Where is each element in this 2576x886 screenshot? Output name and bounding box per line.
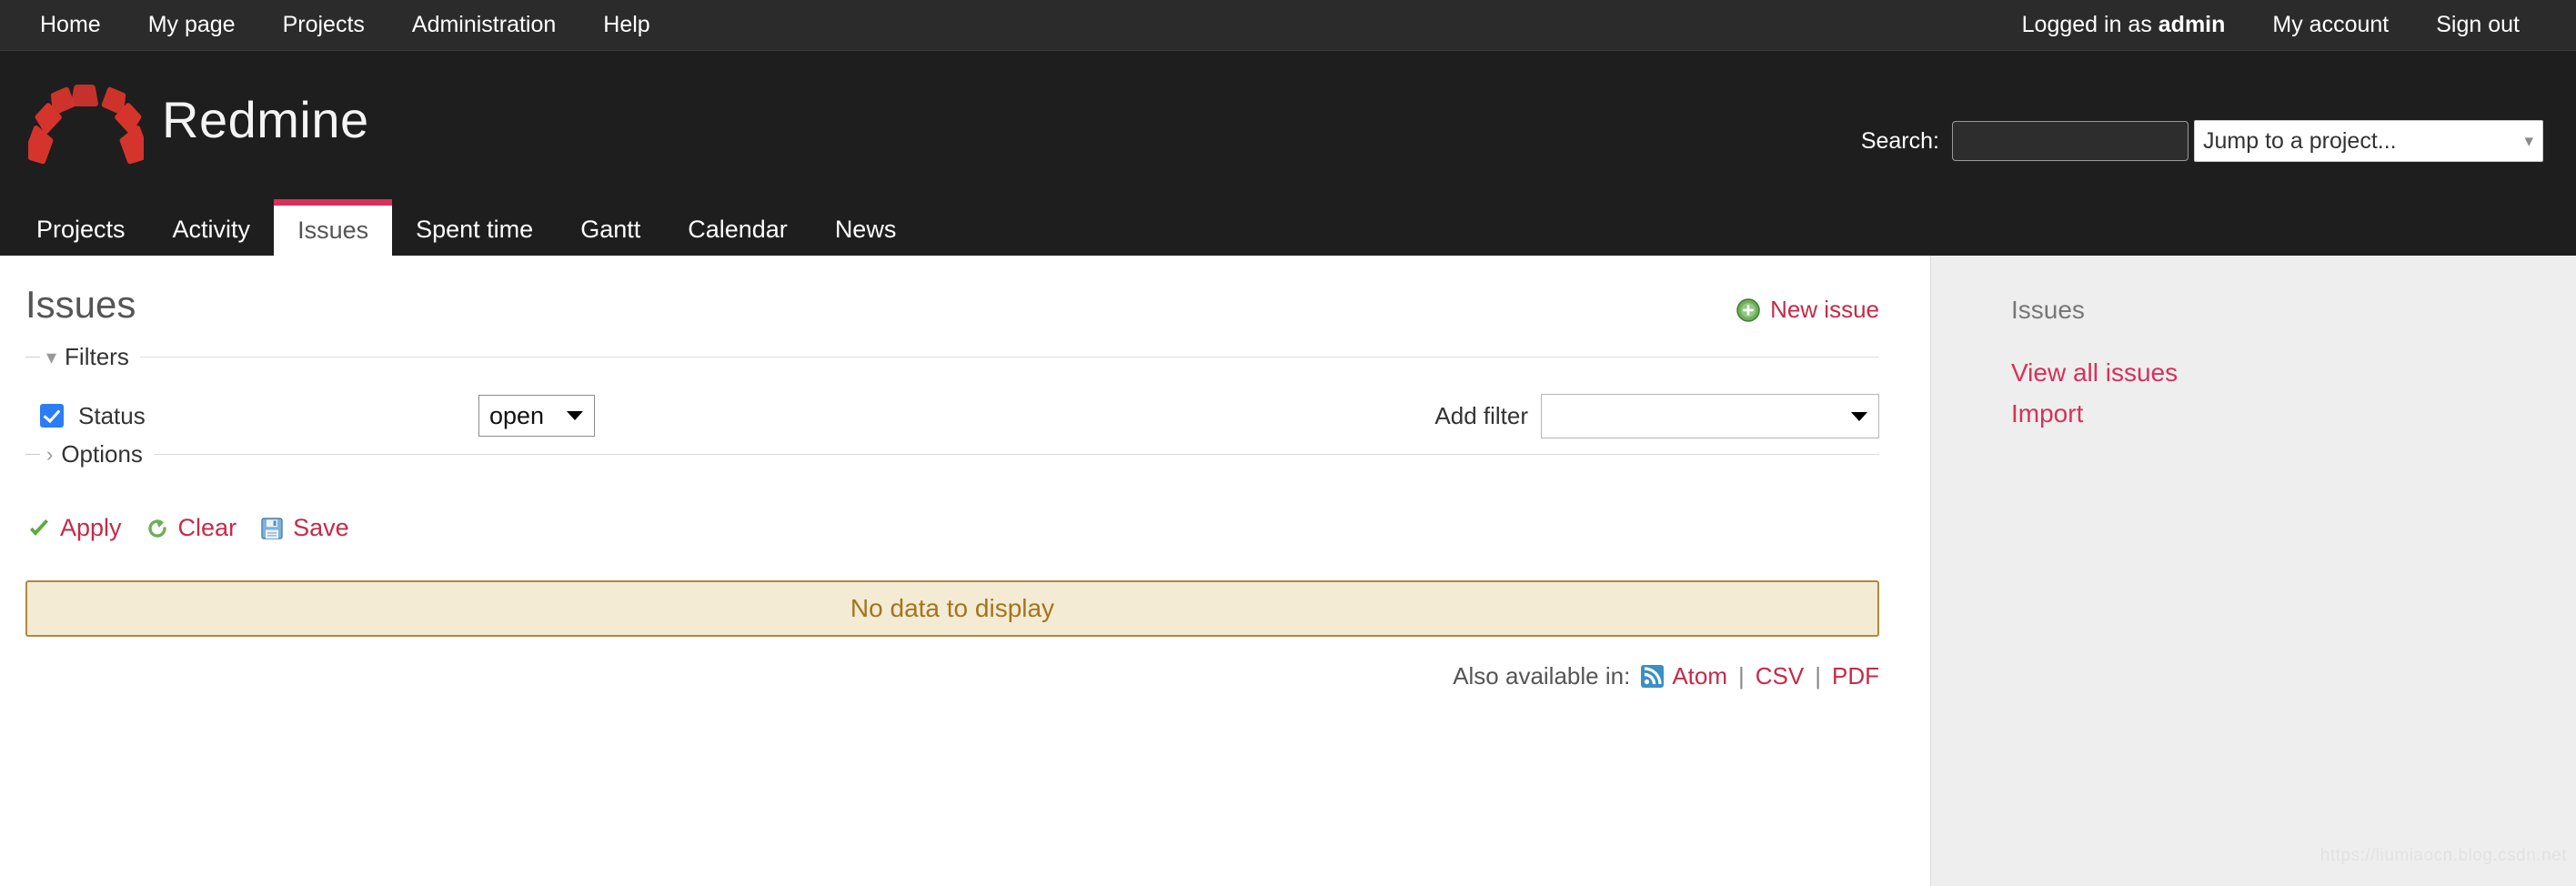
format-separator: | — [1815, 662, 1821, 690]
top-menu-projects[interactable]: Projects — [259, 12, 388, 38]
top-menu-left: Home My page Projects Administration Hel… — [16, 12, 674, 38]
my-account-link[interactable]: My account — [2249, 12, 2412, 38]
save-label: Save — [293, 514, 349, 542]
main-navigation-tabs: Projects Activity Issues Spent time Gant… — [0, 194, 2576, 256]
tab-issues[interactable]: Issues — [274, 199, 393, 256]
chevron-down-icon: ▾ — [2524, 131, 2533, 151]
page-body: Issues New issue ▾ Filters Status open A… — [0, 256, 2576, 886]
tab-calendar[interactable]: Calendar — [664, 203, 811, 256]
apply-label: Apply — [60, 514, 122, 542]
app-header: Redmine Search: Jump to a project... ▾ — [0, 51, 2576, 194]
apply-button[interactable]: Apply — [27, 514, 122, 542]
top-menu-right: Logged in as admin My account Sign out — [1998, 12, 2543, 38]
top-menu-my-page[interactable]: My page — [125, 12, 259, 38]
other-formats-bar: Also available in: Atom | CSV | PDF — [25, 662, 1879, 690]
tab-news[interactable]: News — [811, 203, 921, 256]
logged-in-prefix: Logged in as — [2021, 12, 2152, 37]
project-jump-label: Jump to a project... — [2203, 127, 2397, 154]
tab-gantt[interactable]: Gantt — [557, 203, 664, 256]
clear-button[interactable]: Clear — [146, 514, 237, 542]
sign-out-link[interactable]: Sign out — [2412, 12, 2543, 38]
tab-projects[interactable]: Projects — [13, 203, 149, 256]
top-menu-help[interactable]: Help — [579, 12, 673, 38]
search-input[interactable] — [1952, 121, 2189, 161]
filter-operator-status-select[interactable]: open — [478, 395, 595, 438]
format-csv-link[interactable]: CSV — [1756, 662, 1804, 690]
format-atom-link[interactable]: Atom — [1641, 662, 1727, 690]
logged-in-as: Logged in as admin — [1998, 12, 2249, 38]
sidebar-view-all-issues[interactable]: View all issues — [2011, 352, 2576, 393]
format-atom-label: Atom — [1672, 662, 1727, 690]
filter-operator-status-value: open — [489, 401, 545, 429]
sidebar-heading: Issues — [2011, 296, 2085, 324]
format-separator: | — [1738, 662, 1745, 690]
query-action-bar: Apply Clear Save — [25, 514, 1905, 542]
check-icon — [27, 517, 51, 540]
search-label: Search: — [1860, 127, 1939, 154]
project-jump-select[interactable]: Jump to a project... ▾ — [2194, 120, 2543, 162]
app-title: Redmine — [162, 91, 369, 148]
add-filter-area: Add filter — [1434, 391, 1879, 439]
new-issue-label: New issue — [1770, 296, 1879, 323]
options-fieldset: › Options — [25, 440, 1905, 468]
format-pdf-link[interactable]: PDF — [1832, 662, 1879, 690]
reload-icon — [146, 517, 169, 540]
filters-legend-label: Filters — [65, 343, 129, 371]
filter-table: Status open — [25, 391, 1434, 440]
tab-spent-time[interactable]: Spent time — [392, 203, 557, 256]
caret-down-icon — [567, 411, 583, 421]
redmine-arc-logo-icon[interactable] — [25, 77, 144, 168]
filters-fieldset: ▾ Filters Status open Add filter — [25, 343, 1905, 440]
rss-feed-icon — [1641, 665, 1665, 689]
add-filter-select[interactable] — [1541, 394, 1879, 439]
contextual-actions: New issue — [1736, 283, 1905, 324]
tab-activity[interactable]: Activity — [149, 203, 275, 256]
chevron-right-icon[interactable]: › — [46, 444, 53, 465]
filter-checkbox-status[interactable] — [40, 404, 64, 428]
content-header: Issues New issue — [25, 283, 1905, 327]
no-data-message: No data to display — [25, 580, 1879, 638]
page-title: Issues — [25, 283, 136, 326]
filter-row-status: Status open — [25, 391, 1434, 440]
new-issue-link[interactable]: New issue — [1736, 296, 1879, 324]
top-menu-home[interactable]: Home — [16, 12, 125, 38]
filter-label-status: Status — [78, 401, 146, 429]
floppy-disk-icon — [260, 517, 284, 540]
chevron-down-icon[interactable]: ▾ — [46, 347, 56, 367]
clear-label: Clear — [177, 514, 237, 542]
watermark: https://liumiaocn.blog.csdn.net — [2319, 846, 2567, 865]
options-legend-label: Options — [61, 440, 143, 468]
current-username: admin — [2158, 12, 2226, 37]
add-filter-label: Add filter — [1434, 402, 1528, 430]
filters-body: Status open Add filter — [25, 371, 1879, 440]
caret-down-icon — [1851, 411, 1867, 421]
filters-legend-row[interactable]: ▾ Filters — [25, 343, 1905, 371]
main-content: Issues New issue ▾ Filters Status open A… — [0, 256, 1930, 886]
top-menu-administration[interactable]: Administration — [388, 12, 579, 38]
legend-rule — [153, 454, 1879, 456]
quick-search-area: Search: Jump to a project... ▾ — [1861, 120, 2543, 162]
sidebar-import[interactable]: Import — [2011, 393, 2576, 434]
add-circle-icon — [1736, 297, 1760, 322]
legend-dash-left — [25, 454, 40, 456]
sidebar: Issues View all issues Import https://li… — [1930, 256, 2576, 886]
options-legend-row[interactable]: › Options — [25, 440, 1905, 468]
save-button[interactable]: Save — [260, 514, 349, 542]
top-account-bar: Home My page Projects Administration Hel… — [0, 0, 2576, 51]
other-formats-label: Also available in: — [1453, 662, 1631, 690]
